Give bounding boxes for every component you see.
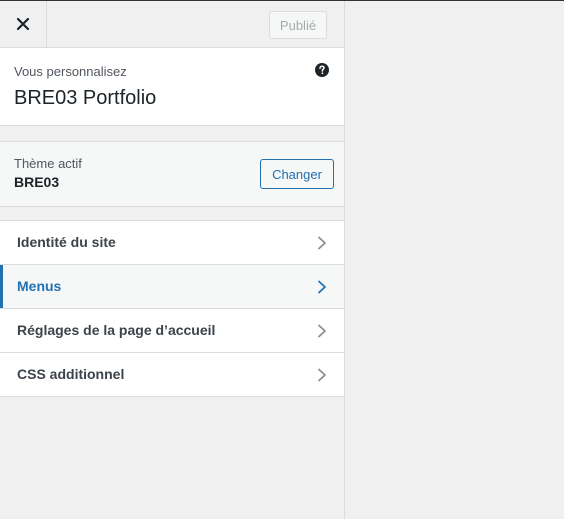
active-theme-panel: Thème actif BRE03 Changer — [0, 141, 344, 207]
close-icon — [17, 18, 29, 30]
site-info-panel: Vous personnalisez BRE03 Portfolio — [0, 48, 344, 126]
active-theme-label: Thème actif — [14, 156, 82, 171]
change-theme-button[interactable]: Changer — [260, 159, 334, 189]
close-button[interactable] — [0, 1, 47, 47]
section-label: Réglages de la page d’accueil — [17, 322, 216, 338]
section-label: Identité du site — [17, 234, 116, 250]
help-icon[interactable] — [315, 63, 329, 77]
chevron-right-icon — [318, 280, 326, 294]
customizer-sections: Identité du site Menus Réglages de la pa… — [0, 220, 344, 397]
active-theme-name: BRE03 — [14, 174, 60, 190]
site-title: BRE03 Portfolio — [14, 87, 157, 109]
customizer-header: Publié — [0, 1, 344, 48]
section-homepage-settings[interactable]: Réglages de la page d’accueil — [0, 309, 344, 353]
section-menus[interactable]: Menus — [0, 265, 344, 309]
section-site-identity[interactable]: Identité du site — [0, 220, 344, 265]
section-label: Menus — [17, 278, 62, 294]
chevron-right-icon — [318, 324, 326, 338]
section-additional-css[interactable]: CSS additionnel — [0, 353, 344, 397]
preview-area — [345, 1, 564, 519]
customizer-sidebar: Publié Vous personnalisez BRE03 Portfoli… — [0, 1, 345, 519]
customizing-label: Vous personnalisez — [14, 64, 127, 79]
chevron-right-icon — [318, 236, 326, 250]
chevron-right-icon — [318, 368, 326, 382]
section-label: CSS additionnel — [17, 366, 125, 382]
publish-button[interactable]: Publié — [269, 11, 327, 39]
